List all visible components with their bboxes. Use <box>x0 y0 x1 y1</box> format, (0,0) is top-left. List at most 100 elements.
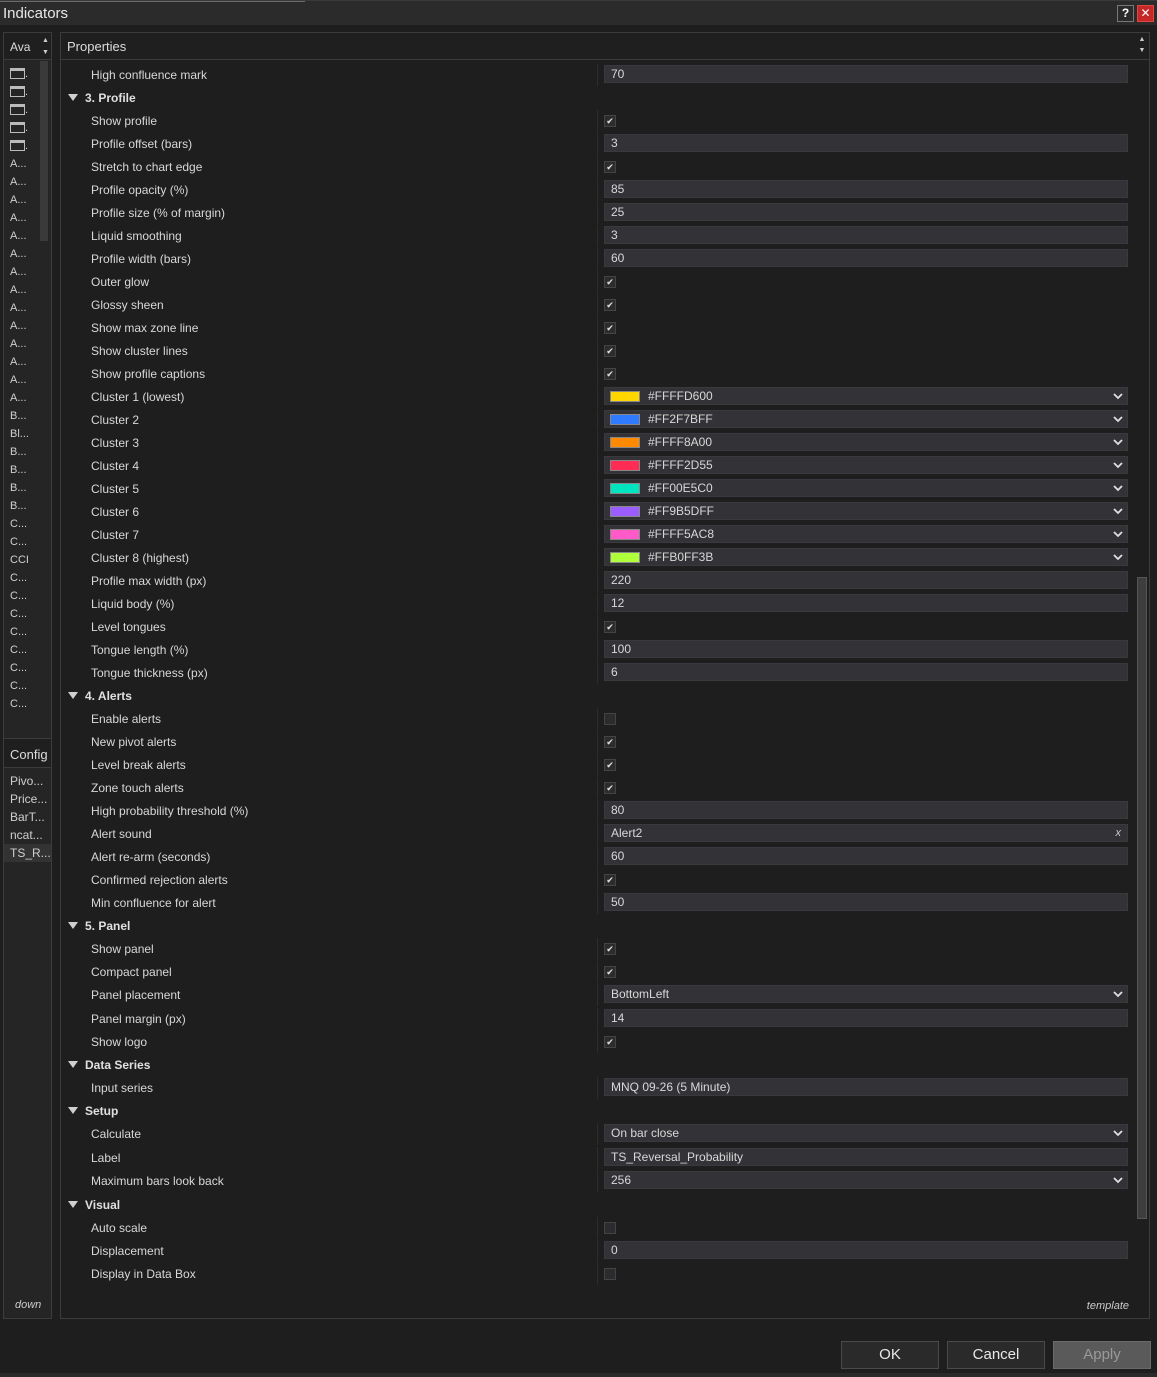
property-value-field[interactable]: 50 <box>604 893 1128 911</box>
property-checkbox[interactable]: ✔ <box>604 943 616 955</box>
color-picker-field[interactable]: #FF9B5DFF <box>604 502 1128 520</box>
chevron-down-icon[interactable] <box>1112 1173 1124 1187</box>
collapse-triangle-icon[interactable] <box>68 922 78 929</box>
property-value-field[interactable]: 60 <box>604 847 1128 865</box>
available-indicator-item[interactable]: . <box>4 137 51 155</box>
property-checkbox[interactable]: ✔ <box>604 736 616 748</box>
property-checkbox[interactable]: ✔ <box>604 299 616 311</box>
available-indicator-item[interactable]: A... <box>4 191 51 209</box>
available-indicator-item[interactable]: C... <box>4 515 51 533</box>
properties-scroll-thumb[interactable] <box>1137 577 1147 1219</box>
available-indicator-item[interactable]: C... <box>4 569 51 587</box>
available-indicator-item[interactable]: A... <box>4 155 51 173</box>
available-indicator-item[interactable]: A... <box>4 245 51 263</box>
chevron-down-icon[interactable] <box>1112 458 1124 472</box>
property-checkbox[interactable]: ✔ <box>604 621 616 633</box>
available-indicator-item[interactable]: A... <box>4 263 51 281</box>
properties-scrollbar[interactable] <box>1136 61 1148 1291</box>
collapse-triangle-icon[interactable] <box>68 1201 78 1208</box>
property-value-field[interactable]: 3 <box>604 226 1128 244</box>
configured-indicator-item[interactable]: BarT... <box>4 808 51 826</box>
chevron-down-icon[interactable] <box>1112 412 1124 426</box>
property-checkbox[interactable]: ✔ <box>604 276 616 288</box>
property-checkbox[interactable]: ✔ <box>604 759 616 771</box>
property-value-field[interactable]: 85 <box>604 180 1128 198</box>
chevron-down-icon[interactable] <box>1112 550 1124 564</box>
chevron-down-icon[interactable] <box>1112 435 1124 449</box>
template-link[interactable]: template <box>1087 1300 1129 1312</box>
chevron-down-icon[interactable] <box>1112 987 1124 1001</box>
property-value-field[interactable]: 25 <box>604 203 1128 221</box>
property-value-field[interactable]: 6 <box>604 663 1128 681</box>
available-indicator-item[interactable]: . <box>4 83 51 101</box>
category-row[interactable]: Setup <box>61 1100 1136 1122</box>
collapse-triangle-icon[interactable] <box>68 692 78 699</box>
ok-button[interactable]: OK <box>841 1341 939 1369</box>
configured-indicator-item[interactable]: TS_R... <box>4 844 51 862</box>
property-checkbox[interactable]: ✔ <box>604 966 616 978</box>
available-indicator-item[interactable]: . <box>4 65 51 83</box>
property-checkbox[interactable]: ✔ <box>604 161 616 173</box>
cancel-button[interactable]: Cancel <box>947 1341 1045 1369</box>
available-indicator-item[interactable]: CCI <box>4 551 51 569</box>
color-picker-field[interactable]: #FFB0FF3B <box>604 548 1128 566</box>
property-value-field[interactable]: 80 <box>604 801 1128 819</box>
color-picker-field[interactable]: #FFFF2D55 <box>604 456 1128 474</box>
available-indicator-item[interactable]: A... <box>4 353 51 371</box>
property-dropdown[interactable]: On bar close <box>604 1124 1128 1142</box>
sound-field[interactable]: Alert2 x <box>604 824 1128 842</box>
available-indicator-item[interactable]: A... <box>4 227 51 245</box>
collapse-triangle-icon[interactable] <box>68 1061 78 1068</box>
chevron-down-icon[interactable] <box>1112 389 1124 403</box>
available-indicator-item[interactable]: A... <box>4 389 51 407</box>
property-checkbox[interactable]: ✔ <box>604 782 616 794</box>
available-indicator-item[interactable]: Bl... <box>4 425 51 443</box>
available-indicator-item[interactable]: C... <box>4 695 51 713</box>
available-indicator-item[interactable]: C... <box>4 641 51 659</box>
category-row[interactable]: 3. Profile <box>61 87 1136 109</box>
available-indicator-item[interactable]: B... <box>4 443 51 461</box>
property-checkbox[interactable]: ✔ <box>604 115 616 127</box>
property-dropdown[interactable]: 256 <box>604 1171 1128 1189</box>
available-indicator-item[interactable]: A... <box>4 209 51 227</box>
property-value-field[interactable]: 100 <box>604 640 1128 658</box>
property-checkbox[interactable]: ✔ <box>604 1036 616 1048</box>
available-indicator-item[interactable]: C... <box>4 587 51 605</box>
available-indicator-item[interactable]: A... <box>4 317 51 335</box>
available-indicator-item[interactable]: A... <box>4 371 51 389</box>
configured-indicator-item[interactable]: ncat... <box>4 826 51 844</box>
chevron-down-icon[interactable] <box>1112 1126 1124 1140</box>
color-picker-field[interactable]: #FFFF8A00 <box>604 433 1128 451</box>
color-picker-field[interactable]: #FFFFD600 <box>604 387 1128 405</box>
available-indicator-item[interactable]: . <box>4 119 51 137</box>
available-indicator-item[interactable]: C... <box>4 623 51 641</box>
available-indicator-item[interactable]: B... <box>4 407 51 425</box>
help-button[interactable]: ? <box>1117 5 1134 22</box>
available-indicator-item[interactable]: B... <box>4 461 51 479</box>
property-checkbox[interactable] <box>604 1268 616 1280</box>
available-indicator-item[interactable]: C... <box>4 605 51 623</box>
category-row[interactable]: 4. Alerts <box>61 685 1136 707</box>
color-picker-field[interactable]: #FF2F7BFF <box>604 410 1128 428</box>
available-indicator-item[interactable]: C... <box>4 659 51 677</box>
close-button[interactable]: ✕ <box>1137 5 1154 22</box>
apply-button[interactable]: Apply <box>1053 1341 1151 1369</box>
property-checkbox[interactable]: ✔ <box>604 874 616 886</box>
property-value-field[interactable]: 3 <box>604 134 1128 152</box>
configured-indicator-item[interactable]: Price... <box>4 790 51 808</box>
available-indicator-item[interactable]: C... <box>4 533 51 551</box>
chevron-down-icon[interactable] <box>1112 481 1124 495</box>
property-dropdown[interactable]: BottomLeft <box>604 985 1128 1003</box>
property-checkbox[interactable]: ✔ <box>604 345 616 357</box>
property-value-field[interactable]: 14 <box>604 1009 1128 1027</box>
property-value-field[interactable]: 0 <box>604 1241 1128 1259</box>
property-value-field[interactable]: 12 <box>604 594 1128 612</box>
category-row[interactable]: Data Series <box>61 1054 1136 1076</box>
available-indicator-item[interactable]: A... <box>4 173 51 191</box>
chevron-down-icon[interactable] <box>1112 527 1124 541</box>
property-value-field[interactable]: TS_Reversal_Probability <box>604 1148 1128 1166</box>
configured-indicator-item[interactable]: Pivo... <box>4 772 51 790</box>
property-value-field[interactable]: MNQ 09-26 (5 Minute) <box>604 1078 1128 1096</box>
color-picker-field[interactable]: #FF00E5C0 <box>604 479 1128 497</box>
property-checkbox[interactable]: ✔ <box>604 322 616 334</box>
